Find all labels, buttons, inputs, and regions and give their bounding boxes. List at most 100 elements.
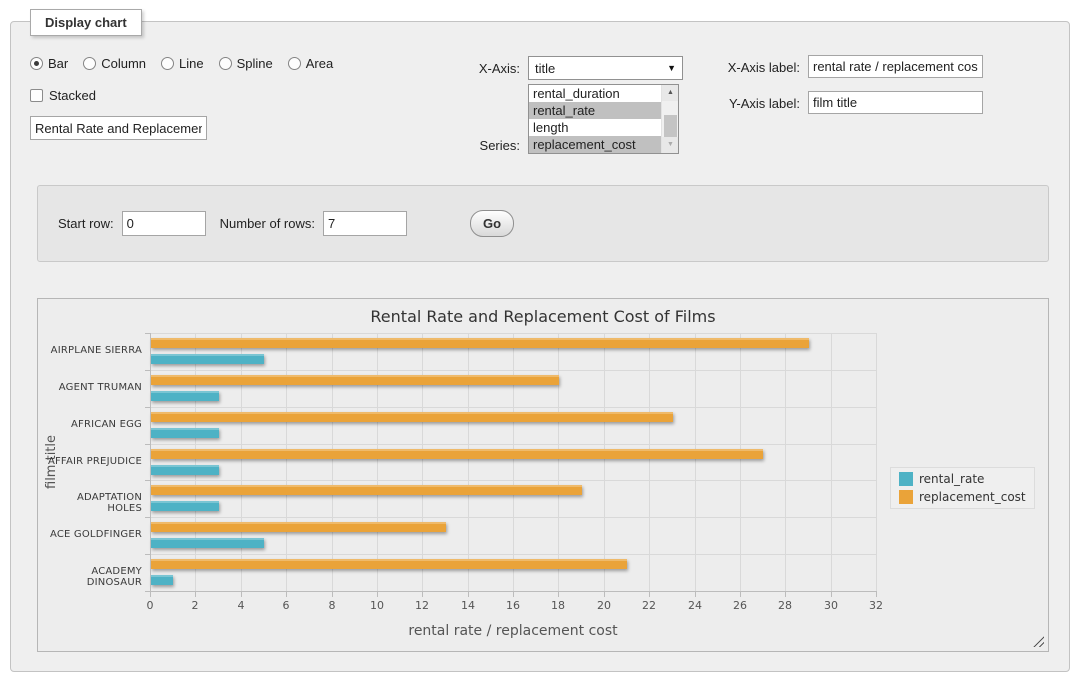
checkbox-icon[interactable] <box>30 89 43 102</box>
y-tick-mark <box>145 370 150 371</box>
radio-icon[interactable] <box>219 57 232 70</box>
gridline <box>150 480 876 481</box>
y-tick-mark <box>145 591 150 592</box>
series-option-rental_rate[interactable]: rental_rate <box>529 102 661 119</box>
start-row-input[interactable] <box>122 211 206 236</box>
bar-replacement_cost[interactable] <box>151 449 763 459</box>
radio-label: Column <box>101 56 146 71</box>
bar-replacement_cost[interactable] <box>151 485 582 495</box>
y-axis-label-input[interactable] <box>808 91 983 114</box>
stacked-option[interactable]: Stacked <box>30 88 96 103</box>
gridline <box>604 333 605 591</box>
chart-legend: rental_rate replacement_cost <box>890 467 1035 509</box>
radio-label: Area <box>306 56 333 71</box>
bar-rental_rate[interactable] <box>151 465 219 475</box>
x-tick-label: 24 <box>678 599 712 612</box>
bar-replacement_cost[interactable] <box>151 522 446 532</box>
radio-label: Line <box>179 56 204 71</box>
y-axis-label-label: Y-Axis label: <box>700 96 800 111</box>
x-tick-label: 30 <box>814 599 848 612</box>
category-label: ACADEMY DINOSAUR <box>40 566 142 588</box>
chevron-down-icon: ▼ <box>667 63 676 73</box>
x-tick-mark <box>422 592 423 597</box>
gridline <box>150 554 876 555</box>
number-of-rows-label: Number of rows: <box>220 216 315 231</box>
legend-item-replacement_cost[interactable]: replacement_cost <box>899 490 1026 504</box>
bar-rental_rate[interactable] <box>151 501 219 511</box>
chart-type-bar[interactable]: Bar <box>30 56 68 71</box>
x-axis-select[interactable]: title ▼ <box>528 56 683 80</box>
x-tick-mark <box>150 592 151 597</box>
series-listbox[interactable]: rental_durationrental_ratelengthreplacem… <box>528 84 679 154</box>
gridline <box>150 407 876 408</box>
x-tick-mark <box>377 592 378 597</box>
bar-replacement_cost[interactable] <box>151 559 627 569</box>
x-tick-mark <box>332 592 333 597</box>
chart-type-area[interactable]: Area <box>288 56 333 71</box>
x-tick-mark <box>468 592 469 597</box>
chart-title-input[interactable] <box>30 116 207 140</box>
gridline <box>649 333 650 591</box>
scrollbar-thumb[interactable] <box>664 115 677 137</box>
x-axis-select-label: X-Axis: <box>430 61 520 76</box>
x-tick-mark <box>558 592 559 597</box>
y-tick-mark <box>145 480 150 481</box>
x-tick-mark <box>195 592 196 597</box>
x-tick-label: 6 <box>269 599 303 612</box>
x-axis-title: rental rate / replacement cost <box>150 623 876 639</box>
bar-replacement_cost[interactable] <box>151 412 673 422</box>
chart-type-spline[interactable]: Spline <box>219 56 273 71</box>
series-option-replacement_cost[interactable]: replacement_cost <box>529 136 661 153</box>
row-range-panel: Start row: Number of rows: Go <box>37 185 1049 262</box>
gridline <box>150 517 876 518</box>
y-tick-mark <box>145 517 150 518</box>
legend-item-rental_rate[interactable]: rental_rate <box>899 472 1026 486</box>
radio-icon[interactable] <box>161 57 174 70</box>
go-button[interactable]: Go <box>470 210 514 237</box>
bar-replacement_cost[interactable] <box>151 338 809 348</box>
plot-area <box>150 333 876 591</box>
chart-title: Rental Rate and Replacement Cost of Film… <box>38 307 1048 326</box>
y-tick-mark <box>145 407 150 408</box>
bar-rental_rate[interactable] <box>151 391 219 401</box>
scrollbar-up-icon[interactable]: ▲ <box>662 85 679 101</box>
x-tick-mark <box>740 592 741 597</box>
x-tick-mark <box>876 592 877 597</box>
scrollbar-down-icon[interactable]: ▼ <box>662 137 679 153</box>
radio-icon[interactable] <box>30 57 43 70</box>
bar-replacement_cost[interactable] <box>151 375 559 385</box>
gridline <box>785 333 786 591</box>
x-axis-selected-value: title <box>535 61 667 76</box>
series-option-rental_duration[interactable]: rental_duration <box>529 85 661 102</box>
series-scrollbar[interactable]: ▲ ▼ <box>661 85 678 153</box>
bar-rental_rate[interactable] <box>151 538 264 548</box>
gridline <box>150 370 876 371</box>
gridline <box>195 333 196 591</box>
radio-icon[interactable] <box>288 57 301 70</box>
x-tick-label: 0 <box>133 599 167 612</box>
gridline <box>468 333 469 591</box>
x-axis-label-input[interactable] <box>808 55 983 78</box>
chart-type-line[interactable]: Line <box>161 56 204 71</box>
x-tick-label: 16 <box>496 599 530 612</box>
x-tick-label: 32 <box>859 599 893 612</box>
x-tick-label: 26 <box>723 599 757 612</box>
gridline <box>150 333 876 334</box>
series-option-length[interactable]: length <box>529 119 661 136</box>
x-tick-label: 28 <box>768 599 802 612</box>
bar-rental_rate[interactable] <box>151 575 173 585</box>
fieldset-legend: Display chart <box>30 9 142 36</box>
series-select-label: Series: <box>430 138 520 153</box>
bar-rental_rate[interactable] <box>151 354 264 364</box>
x-tick-mark <box>695 592 696 597</box>
stacked-label: Stacked <box>49 88 96 103</box>
legend-label: rental_rate <box>919 472 984 486</box>
number-of-rows-input[interactable] <box>323 211 407 236</box>
chart-type-group: Bar Column Line Spline Area <box>30 56 333 71</box>
bar-rental_rate[interactable] <box>151 428 219 438</box>
chart-type-column[interactable]: Column <box>83 56 146 71</box>
chart-container: Rental Rate and Replacement Cost of Film… <box>37 298 1049 652</box>
x-tick-mark <box>785 592 786 597</box>
radio-icon[interactable] <box>83 57 96 70</box>
resize-handle-icon[interactable] <box>1033 636 1044 647</box>
